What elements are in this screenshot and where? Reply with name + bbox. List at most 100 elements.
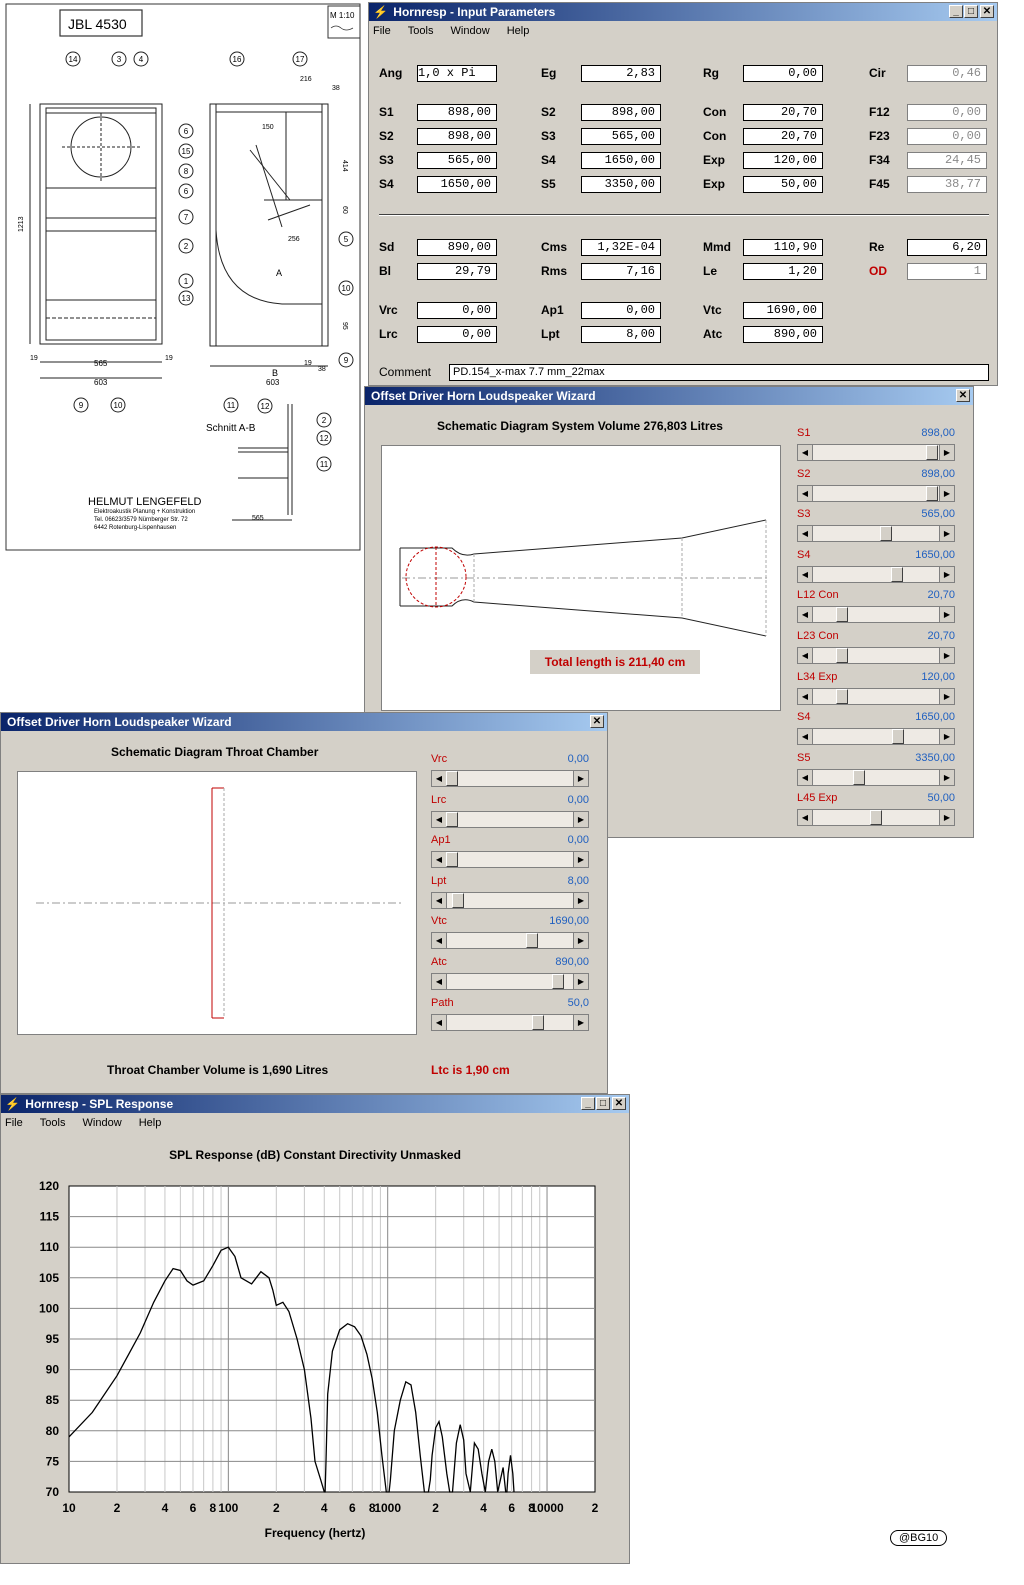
maximize-button[interactable]: □	[964, 5, 978, 18]
scroll-right-arrow-icon[interactable]: ▶	[939, 769, 954, 785]
scroll-right-arrow-icon[interactable]: ▶	[939, 648, 954, 663]
param-field-atc-33[interactable]: 890,00	[743, 326, 823, 343]
scroll-left-arrow-icon[interactable]: ◀	[432, 933, 447, 949]
param-field-s3-12[interactable]: 565,00	[417, 152, 497, 169]
scroll-left-arrow-icon[interactable]: ◀	[798, 566, 813, 582]
param-field-f12-7[interactable]: 0,00	[907, 104, 987, 121]
scroll-left-arrow-icon[interactable]: ◀	[798, 769, 813, 785]
scroll-left-arrow-icon[interactable]: ◀	[432, 974, 447, 989]
slider-thumb[interactable]	[446, 852, 458, 868]
close-button[interactable]: ✕	[590, 715, 604, 728]
scroll-left-arrow-icon[interactable]: ◀	[432, 1014, 447, 1030]
menu-help[interactable]: Help	[507, 21, 530, 41]
param-field-f23-11[interactable]: 0,00	[907, 128, 987, 145]
slider-track-3[interactable]: ◀ ▶	[431, 891, 589, 909]
param-field-vtc-30[interactable]: 1690,00	[743, 302, 823, 319]
slider-thumb[interactable]	[926, 445, 938, 460]
scroll-right-arrow-icon[interactable]: ▶	[573, 811, 588, 827]
slider-track-7[interactable]: ◀ ▶	[797, 728, 955, 746]
param-field-f45-19[interactable]: 38,77	[907, 176, 987, 193]
param-field-s2-8[interactable]: 898,00	[417, 128, 497, 145]
menu-tools[interactable]: Tools	[408, 21, 434, 41]
param-field-cir-3[interactable]: 0,46	[907, 65, 987, 82]
param-field-s1-4[interactable]: 898,00	[417, 104, 497, 121]
menu-file[interactable]: File	[5, 1113, 23, 1133]
slider-track-0[interactable]: ◀ ▶	[431, 770, 589, 787]
slider-thumb[interactable]	[452, 892, 464, 908]
slider-track-5[interactable]: ◀ ▶	[431, 973, 589, 990]
scroll-right-arrow-icon[interactable]: ▶	[573, 771, 588, 786]
scroll-right-arrow-icon[interactable]: ▶	[939, 526, 954, 542]
slider-thumb[interactable]	[892, 729, 904, 745]
slider-thumb[interactable]	[446, 771, 458, 786]
throat-wizard-titlebar[interactable]: Offset Driver Horn Loudspeaker Wizard ✕	[1, 713, 607, 731]
scroll-right-arrow-icon[interactable]: ▶	[939, 485, 954, 501]
scroll-left-arrow-icon[interactable]: ◀	[798, 648, 813, 663]
scroll-left-arrow-icon[interactable]: ◀	[798, 445, 813, 460]
maximize-button[interactable]: □	[596, 1097, 610, 1110]
param-field-od-27[interactable]: 1	[907, 263, 987, 280]
param-field-s4-16[interactable]: 1650,00	[417, 176, 497, 193]
slider-track-1[interactable]: ◀ ▶	[431, 810, 589, 828]
scroll-left-arrow-icon[interactable]: ◀	[798, 485, 813, 501]
param-field-lrc-31[interactable]: 0,00	[417, 326, 497, 343]
scroll-right-arrow-icon[interactable]: ▶	[939, 607, 954, 623]
scroll-left-arrow-icon[interactable]: ◀	[798, 729, 813, 745]
param-field-bl-24[interactable]: 29,79	[417, 263, 497, 280]
slider-thumb[interactable]	[446, 811, 458, 827]
menu-help[interactable]: Help	[139, 1113, 162, 1133]
slider-thumb[interactable]	[526, 933, 538, 949]
slider-thumb[interactable]	[853, 769, 865, 785]
slider-track-6[interactable]: ◀ ▶	[797, 687, 955, 705]
param-field-eg-1[interactable]: 2,83	[581, 65, 661, 82]
scroll-left-arrow-icon[interactable]: ◀	[798, 607, 813, 623]
slider-thumb[interactable]	[532, 1014, 544, 1030]
param-field-cms-21[interactable]: 1,32E-04	[581, 239, 661, 256]
input-parameters-titlebar[interactable]: ⚡ Hornresp - Input Parameters _ □ ✕	[369, 3, 997, 21]
param-field-s2-5[interactable]: 898,00	[581, 104, 661, 121]
slider-track-0[interactable]: ◀ ▶	[797, 444, 955, 461]
scroll-left-arrow-icon[interactable]: ◀	[798, 688, 813, 704]
slider-thumb[interactable]	[880, 526, 892, 542]
scroll-left-arrow-icon[interactable]: ◀	[432, 811, 447, 827]
param-field-rg-2[interactable]: 0,00	[743, 65, 823, 82]
param-field-ap1-29[interactable]: 0,00	[581, 302, 661, 319]
scroll-right-arrow-icon[interactable]: ▶	[939, 729, 954, 745]
close-button[interactable]: ✕	[980, 5, 994, 18]
menu-window[interactable]: Window	[83, 1113, 122, 1133]
scroll-left-arrow-icon[interactable]: ◀	[432, 892, 447, 908]
scroll-right-arrow-icon[interactable]: ▶	[573, 933, 588, 949]
param-field-lpt-32[interactable]: 8,00	[581, 326, 661, 343]
scroll-left-arrow-icon[interactable]: ◀	[798, 526, 813, 542]
scroll-right-arrow-icon[interactable]: ▶	[939, 688, 954, 704]
param-field-exp-18[interactable]: 50,00	[743, 176, 823, 193]
slider-track-1[interactable]: ◀ ▶	[797, 484, 955, 502]
param-field-sd-20[interactable]: 890,00	[417, 239, 497, 256]
minimize-button[interactable]: _	[581, 1097, 595, 1110]
slider-thumb[interactable]	[836, 688, 848, 704]
minimize-button[interactable]: _	[949, 5, 963, 18]
scroll-right-arrow-icon[interactable]: ▶	[573, 852, 588, 868]
slider-thumb[interactable]	[836, 648, 848, 663]
param-field-con-6[interactable]: 20,70	[743, 104, 823, 121]
menu-window[interactable]: Window	[451, 21, 490, 41]
scroll-left-arrow-icon[interactable]: ◀	[432, 771, 447, 786]
param-field-f34-15[interactable]: 24,45	[907, 152, 987, 169]
close-button[interactable]: ✕	[956, 389, 970, 402]
param-field-le-26[interactable]: 1,20	[743, 263, 823, 280]
scroll-right-arrow-icon[interactable]: ▶	[573, 892, 588, 908]
scroll-left-arrow-icon[interactable]: ◀	[432, 852, 447, 868]
comment-field[interactable]: PD.154_x-max 7.7 mm_22max	[449, 364, 989, 381]
scroll-right-arrow-icon[interactable]: ▶	[939, 810, 954, 826]
param-field-re-23[interactable]: 6,20	[907, 239, 987, 256]
param-field-vrc-28[interactable]: 0,00	[417, 302, 497, 319]
slider-track-2[interactable]: ◀ ▶	[431, 851, 589, 869]
param-field-s4-13[interactable]: 1650,00	[581, 152, 661, 169]
menu-file[interactable]: File	[373, 21, 391, 41]
menu-tools[interactable]: Tools	[40, 1113, 66, 1133]
slider-track-6[interactable]: ◀ ▶	[431, 1013, 589, 1031]
wizard-titlebar[interactable]: Offset Driver Horn Loudspeaker Wizard ✕	[365, 387, 973, 405]
scroll-right-arrow-icon[interactable]: ▶	[573, 974, 588, 989]
param-field-s5-17[interactable]: 3350,00	[581, 176, 661, 193]
param-field-rms-25[interactable]: 7,16	[581, 263, 661, 280]
